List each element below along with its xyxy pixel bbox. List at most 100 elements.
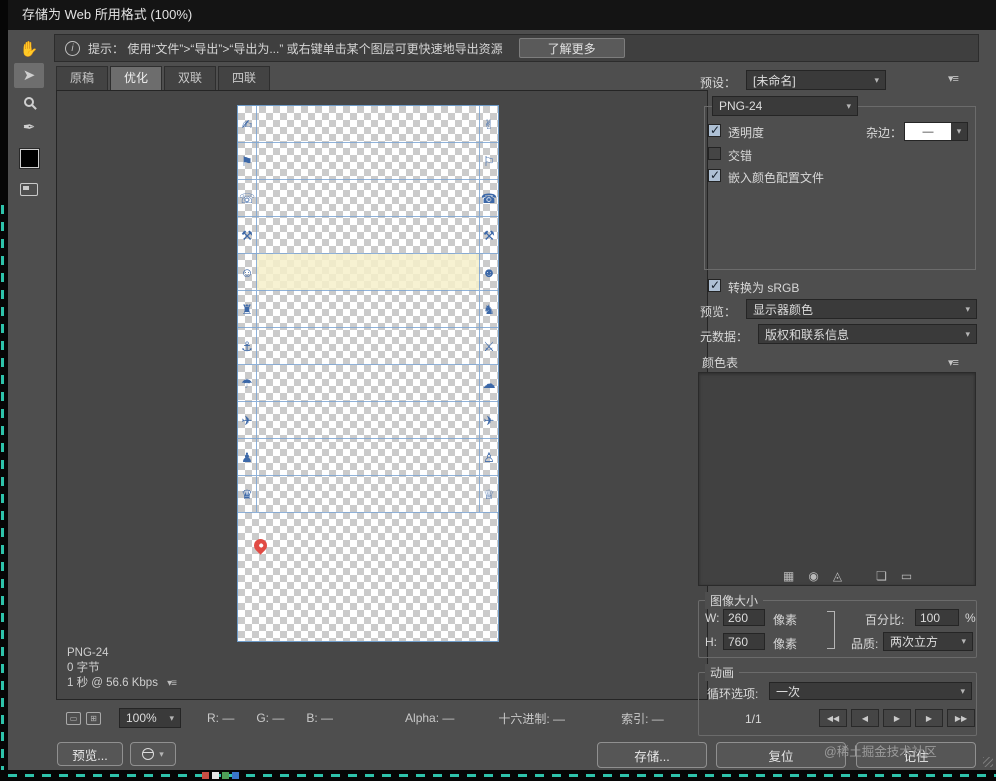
hand-icon: ✋	[19, 41, 39, 58]
window-title: 存储为 Web 所用格式 (100%)	[22, 7, 193, 22]
readout-alpha: Alpha: —	[405, 711, 455, 725]
slice-area[interactable]	[257, 106, 479, 142]
previous-frame-button[interactable]: ◀	[851, 709, 879, 727]
slice-row[interactable]: ☺ ☻	[238, 254, 498, 291]
slice-area[interactable]	[257, 217, 479, 253]
chevron-down-icon: ▾	[169, 712, 174, 723]
preset-label: 预设：	[700, 76, 737, 90]
image-size-label: 图像大小	[705, 592, 764, 609]
chevron-down-icon: ▾	[960, 685, 965, 696]
percent-unit: %	[965, 611, 976, 625]
slice-row[interactable]: ⚑ ⚐	[238, 143, 498, 180]
sprite-icon: ⚒	[483, 227, 495, 243]
preset-select[interactable]: [未命名] ▾	[746, 70, 886, 90]
slice-area[interactable]	[257, 291, 479, 327]
slice-area[interactable]	[257, 365, 479, 401]
optimized-image[interactable]: ✍ ✌ ⚑ ⚐ ☏ ☎ ⚒ ⚒ ☺ ☻ ♜ ♞ ⚓ ⚔ ☂ ☁ ✈ ✈ ♟ ♙ ♛ ♕	[237, 105, 499, 642]
slice-row[interactable]: ✍ ✌	[238, 106, 498, 143]
percent-input[interactable]	[915, 609, 959, 626]
file-size: 0 字节	[67, 662, 100, 674]
chevron-down-icon: ▾	[159, 748, 164, 759]
preview-in-browser-button[interactable]: ▾	[130, 742, 176, 766]
toggle-slices-visibility[interactable]	[14, 177, 44, 202]
matte-select[interactable]: — ▾	[904, 122, 968, 141]
slice-select-tool[interactable]: ➤	[14, 63, 44, 88]
embed-profile-checkbox[interactable]	[708, 168, 721, 182]
slice-row[interactable]: ⚒ ⚒	[238, 217, 498, 254]
browser-icon	[142, 748, 155, 760]
format-select[interactable]: PNG-24 ▾	[712, 96, 858, 116]
sprite-icon: ☺	[240, 264, 254, 280]
link-dimensions-icon	[827, 611, 835, 649]
taskbar-icon	[222, 772, 229, 779]
slice-area[interactable]	[257, 476, 479, 512]
tab-4up[interactable]: 四联	[218, 66, 271, 90]
slice-row[interactable]: ✈ ✈	[238, 402, 498, 439]
slice-area[interactable]	[257, 328, 479, 364]
slice-area[interactable]	[257, 180, 479, 216]
speed-menu-icon[interactable]: ▾≡	[167, 678, 177, 689]
slice-row[interactable]	[238, 513, 498, 642]
slice-row[interactable]: ☏ ☎	[238, 180, 498, 217]
preview-mode-select[interactable]: 显示器颜色 ▾	[746, 299, 977, 319]
next-frame-button[interactable]: ▶	[915, 709, 943, 727]
zoom-tool[interactable]	[14, 89, 44, 114]
preset-menu-icon[interactable]: ▾≡	[948, 72, 959, 85]
transparency-label: 透明度	[728, 126, 765, 140]
slice-row[interactable]: ☂ ☁	[238, 365, 498, 402]
matte-value: —	[905, 123, 951, 140]
lock-color-icon[interactable]: ◬	[833, 569, 842, 583]
window-titlebar[interactable]: 存储为 Web 所用格式 (100%)	[8, 0, 996, 30]
slice-row[interactable]: ♛ ♕	[238, 476, 498, 513]
tip-text: 提示： 使用“文件”>“导出”>“导出为...” 或右键单击某个图层可更快速地导…	[88, 41, 503, 56]
percent-label: 百分比:	[865, 613, 905, 627]
eyedropper-color-swatch[interactable]	[14, 146, 44, 171]
convert-srgb-checkbox[interactable]	[708, 278, 721, 292]
new-color-icon[interactable]: ❏	[876, 569, 887, 583]
transparency-checkbox[interactable]	[708, 123, 721, 137]
resize-grip[interactable]	[983, 757, 993, 767]
first-frame-button[interactable]: ◀◀	[819, 709, 847, 727]
sprite-icon: ☂	[241, 375, 253, 391]
slice-area[interactable]	[257, 254, 479, 290]
download-time: 1 秒 @ 56.6 Kbps	[67, 677, 158, 689]
slice-area[interactable]	[257, 402, 479, 438]
shift-web-safe-icon[interactable]: ◉	[808, 569, 818, 583]
preview-button[interactable]: 预览...	[57, 742, 123, 766]
hand-tool[interactable]: ✋	[14, 37, 44, 62]
slice-row[interactable]: ♟ ♙	[238, 439, 498, 476]
interlaced-checkbox[interactable]	[708, 147, 721, 160]
slice-area[interactable]	[257, 439, 479, 475]
slice-visibility-button[interactable]: ▭	[66, 711, 81, 725]
width-input[interactable]	[723, 609, 765, 626]
slice-select-icon: ➤	[22, 67, 36, 84]
save-button[interactable]: 存储...	[597, 742, 707, 768]
chevron-down-icon: ▾	[965, 303, 970, 314]
delete-color-icon[interactable]: ▭	[901, 569, 912, 583]
slice-row[interactable]: ⚓ ⚔	[238, 328, 498, 365]
slice-row[interactable]: ♜ ♞	[238, 291, 498, 328]
learn-more-button[interactable]: 了解更多	[518, 38, 625, 58]
play-button[interactable]: ▶	[883, 709, 911, 727]
animation-label: 动画	[705, 664, 740, 681]
view-tabs: 原稿 优化 双联 四联	[56, 66, 271, 90]
desktop-background: 存储为 Web 所用格式 (100%) i 提示： 使用“文件”>“导出”>“导…	[0, 0, 996, 781]
tab-original[interactable]: 原稿	[56, 66, 109, 90]
taskbar-icon	[202, 772, 209, 779]
height-input[interactable]	[723, 633, 765, 650]
last-frame-button[interactable]: ▶▶	[947, 709, 975, 727]
color-table-menu-icon[interactable]: ▾≡	[948, 356, 959, 369]
quality-select[interactable]: 两次立方 ▾	[883, 632, 973, 651]
sprite-icon: ♛	[241, 486, 253, 502]
map-transparency-icon[interactable]: ▦	[783, 569, 794, 583]
tab-optimized[interactable]: 优化	[110, 66, 163, 90]
eyedropper-tool[interactable]: ✒	[14, 115, 44, 140]
readout-red: R: —	[207, 711, 235, 725]
zoom-level-select[interactable]: 100% ▾	[119, 708, 181, 728]
slice-area[interactable]	[257, 143, 479, 179]
grid-button[interactable]: ⊞	[86, 711, 101, 725]
tab-2up[interactable]: 双联	[164, 66, 217, 90]
loop-options-select[interactable]: 一次 ▾	[769, 682, 972, 700]
quality-label: 品质:	[851, 637, 879, 651]
metadata-select[interactable]: 版权和联系信息 ▾	[758, 324, 977, 344]
